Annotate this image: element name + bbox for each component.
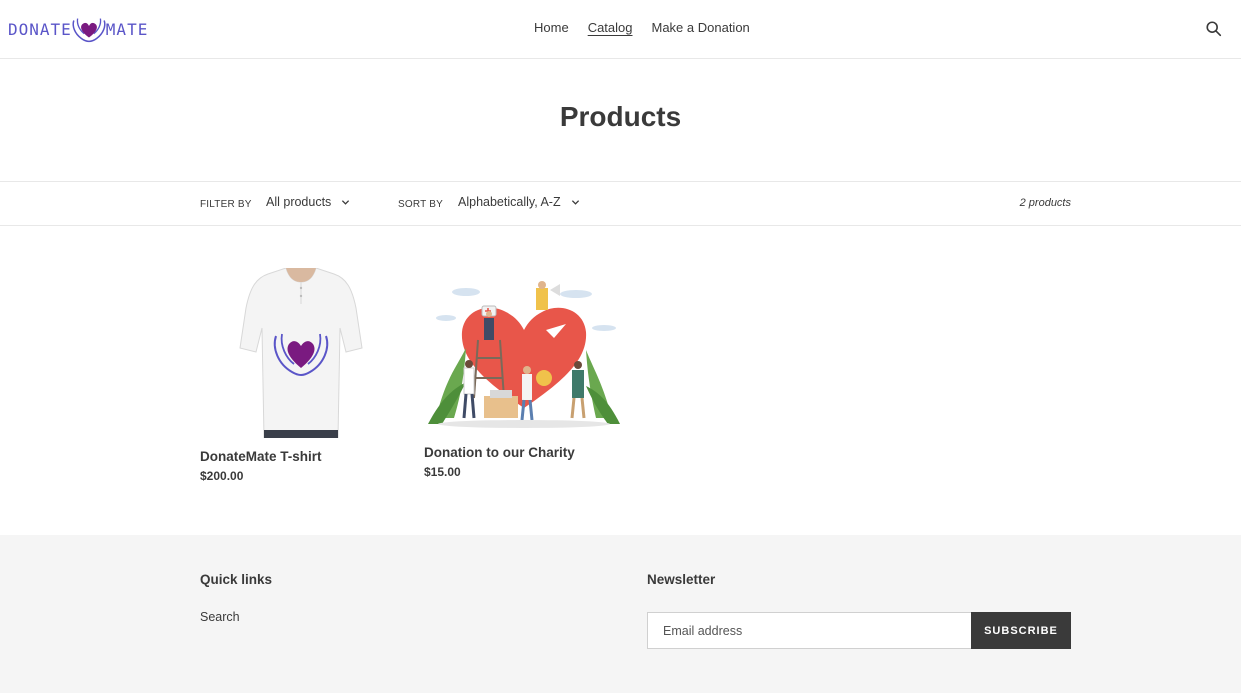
site-header: DONATE MATE Home Catalog Make a Donation <box>0 0 1241 59</box>
product-price: $200.00 <box>200 469 244 483</box>
product-count: 2 products <box>1019 197 1071 209</box>
charity-heart-product-image <box>426 278 622 430</box>
product-card-donation[interactable]: Donation to our Charity $15.00 <box>424 278 624 484</box>
footer-link-search[interactable]: Search <box>200 610 240 624</box>
nav-make-donation[interactable]: Make a Donation <box>652 20 750 35</box>
sort-select[interactable]: Alphabetically, A-Z <box>458 195 580 209</box>
product-card-tshirt[interactable]: DonateMate T-shirt $200.00 <box>200 268 380 484</box>
nav-catalog[interactable]: Catalog <box>588 20 633 35</box>
sort-by-label: SORT BY <box>398 199 443 210</box>
product-name[interactable]: Donation to our Charity <box>424 445 575 460</box>
filter-select[interactable]: All products <box>266 195 350 209</box>
email-field[interactable] <box>647 612 972 649</box>
filter-bar: FILTER BY All products SORT BY Alphabeti… <box>0 181 1241 226</box>
logo-text-right: MATE <box>105 19 149 39</box>
newsletter-heading: Newsletter <box>647 572 716 587</box>
nav-home[interactable]: Home <box>534 20 569 35</box>
heart-hands-logo-icon <box>72 18 106 43</box>
product-name[interactable]: DonateMate T-shirt <box>200 449 322 464</box>
filter-by-label: FILTER BY <box>200 199 252 210</box>
filter-select-value: All products <box>266 195 332 209</box>
tshirt-product-image <box>234 268 368 438</box>
logo-text-left: DONATE <box>8 19 72 39</box>
chevron-down-icon <box>342 199 350 205</box>
sort-select-value: Alphabetically, A-Z <box>458 195 561 209</box>
chevron-down-icon <box>571 199 579 205</box>
main-nav: Home Catalog Make a Donation <box>534 20 750 35</box>
page-title: Products <box>559 101 682 132</box>
subscribe-button[interactable]: SUBSCRIBE <box>971 612 1071 649</box>
search-icon[interactable] <box>1205 20 1223 38</box>
quick-links-heading: Quick links <box>200 572 273 587</box>
product-price: $15.00 <box>424 465 461 479</box>
logo[interactable]: DONATE MATE <box>8 14 148 44</box>
site-footer: Quick links Search Newsletter SUBSCRIBE <box>0 535 1241 693</box>
